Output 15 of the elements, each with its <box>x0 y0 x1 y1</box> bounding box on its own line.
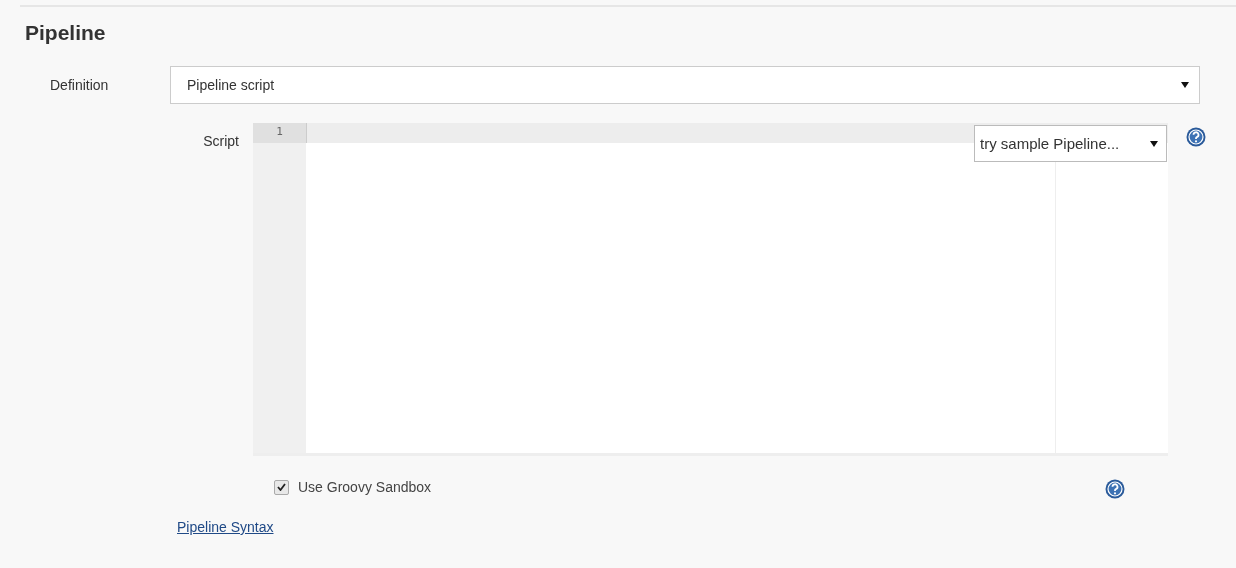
script-label: Script <box>202 133 240 149</box>
pipeline-syntax-link[interactable]: Pipeline Syntax <box>177 519 274 535</box>
sandbox-label: Use Groovy Sandbox <box>298 479 433 495</box>
check-icon <box>277 483 286 491</box>
definition-select[interactable]: Pipeline script <box>170 66 1200 104</box>
caret-icon <box>1181 82 1189 88</box>
help-icon[interactable] <box>1105 479 1125 499</box>
definition-label: Definition <box>49 77 110 93</box>
section-title: Pipeline <box>25 21 106 45</box>
line-number: 1 <box>253 123 306 143</box>
sandbox-checkbox[interactable] <box>274 479 289 495</box>
script-editor[interactable]: 1 try sample Pipeline... <box>253 123 1168 453</box>
help-icon[interactable] <box>1186 127 1206 147</box>
sample-select[interactable]: try sample Pipeline... <box>974 125 1167 162</box>
caret-icon <box>1150 140 1158 147</box>
